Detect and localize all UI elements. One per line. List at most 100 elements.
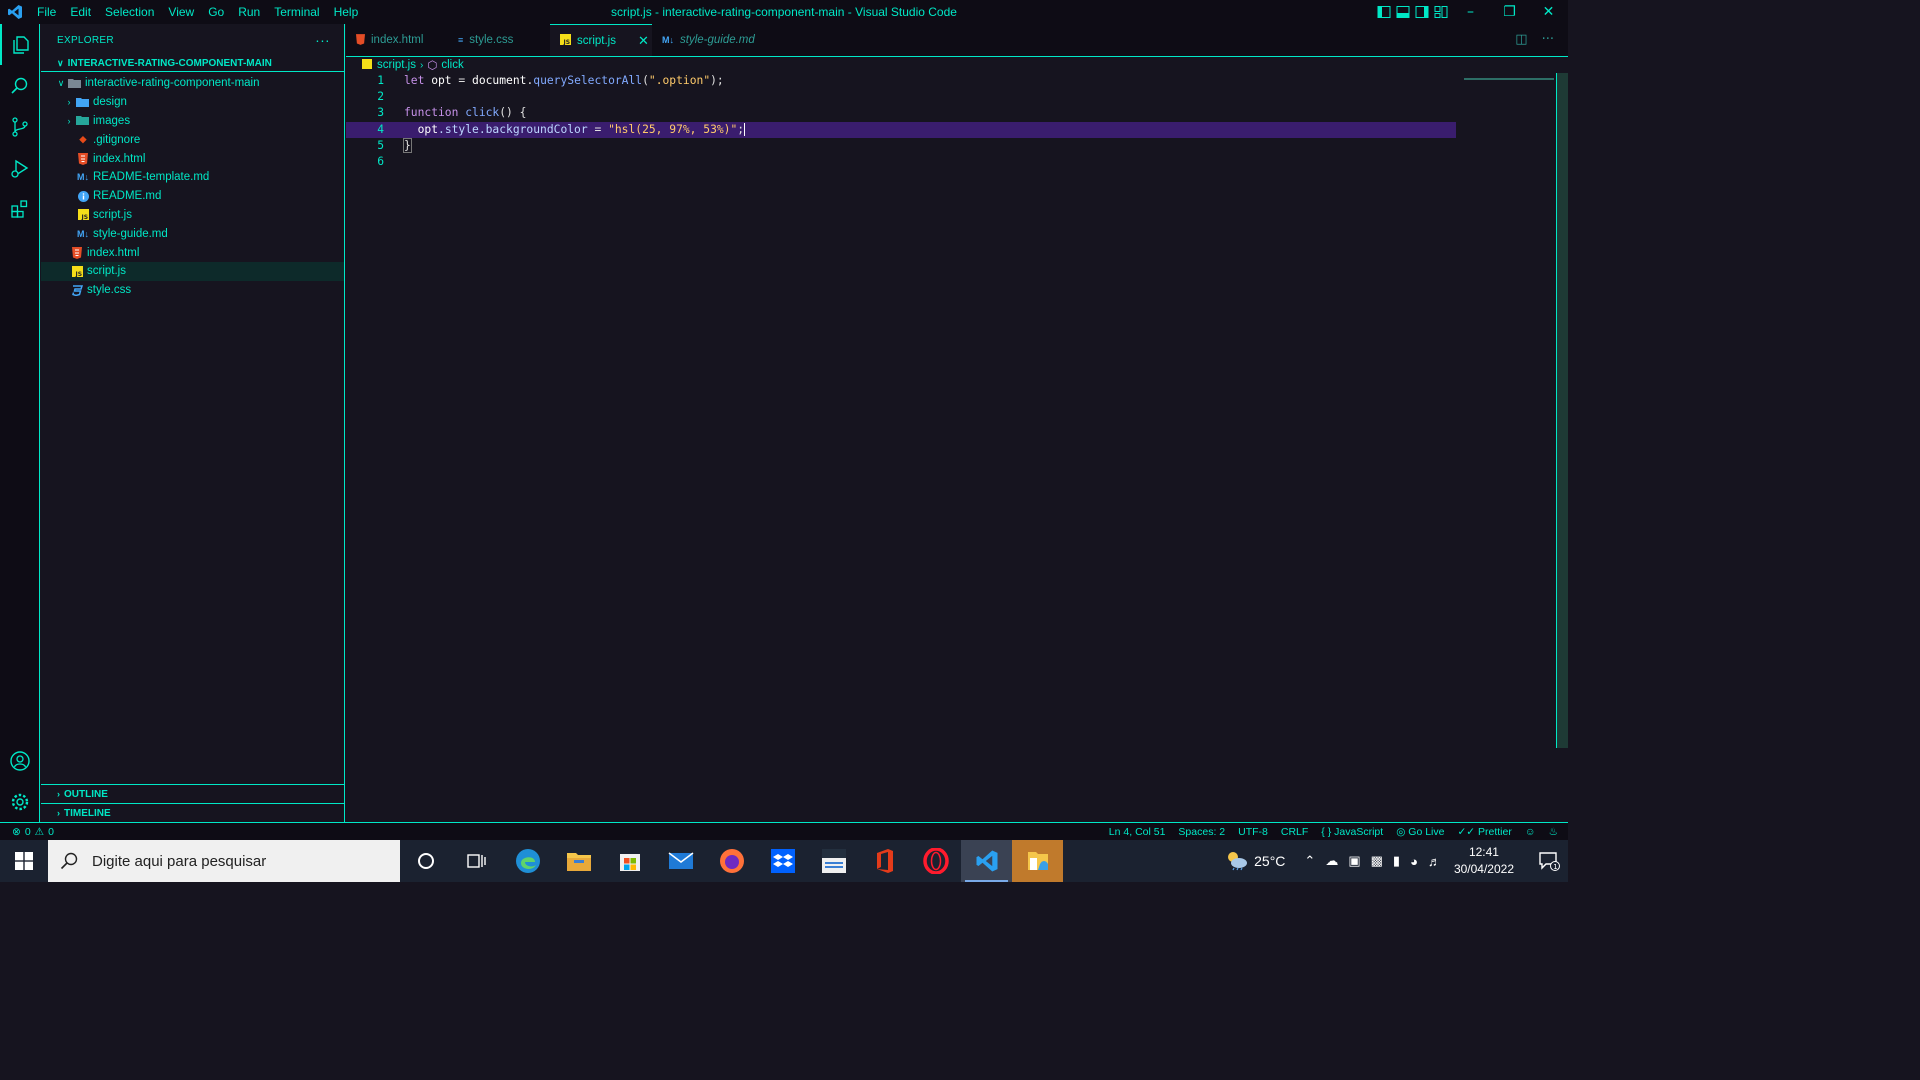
workspace-root[interactable]: ∨ INTERACTIVE-RATING-COMPONENT-MAIN — [41, 56, 344, 72]
wifi-icon[interactable]: ◕ — [1410, 854, 1418, 869]
volume-icon[interactable]: ♬ — [1428, 854, 1441, 869]
restore-icon[interactable]: ❐ — [1490, 0, 1529, 24]
toggle-sidebar-icon[interactable] — [1377, 5, 1391, 19]
minimap[interactable] — [1464, 78, 1554, 80]
chevron-up-icon[interactable]: ⌃ — [1304, 853, 1315, 869]
menu-go[interactable]: Go — [201, 5, 231, 19]
menu-edit[interactable]: Edit — [63, 5, 98, 19]
code-editor[interactable]: 1 let opt = document.querySelectorAll(".… — [346, 73, 1568, 822]
tree-item-label: style.css — [87, 284, 132, 297]
tree-file-readme[interactable]: README.md — [41, 187, 344, 206]
timeline-panel[interactable]: › TIMELINE — [41, 803, 344, 822]
end-of-line[interactable]: CRLF — [1281, 826, 1308, 838]
code-line[interactable]: 1 let opt = document.querySelectorAll(".… — [346, 73, 1456, 89]
microsoft-store-icon[interactable] — [604, 840, 655, 882]
source-control-icon[interactable] — [0, 106, 40, 147]
code-line[interactable]: 3 function click() { — [346, 105, 1456, 121]
breadcrumb-symbol[interactable]: click — [441, 59, 463, 71]
tree-file-gitignore[interactable]: ◆ .gitignore — [41, 130, 344, 149]
code-line-current[interactable]: 4 opt.style.backgroundColor = "hsl(25, 9… — [346, 121, 1456, 138]
line-number: 2 — [377, 90, 384, 104]
tree-file-script-js[interactable]: JS script.js — [41, 206, 344, 225]
toggle-secondary-sidebar-icon[interactable] — [1415, 5, 1429, 19]
code-line[interactable]: 5 } — [346, 137, 1456, 154]
css-file-icon: ≡ — [458, 35, 464, 45]
outline-panel[interactable]: › OUTLINE — [41, 784, 344, 803]
indentation[interactable]: Spaces: 2 — [1178, 826, 1225, 838]
clock[interactable]: 12:41 30/04/2022 — [1454, 844, 1514, 878]
tree-folder-design[interactable]: › design — [41, 93, 344, 112]
dropbox-icon[interactable] — [757, 840, 808, 882]
file-explorer-icon[interactable] — [553, 840, 604, 882]
menu-selection[interactable]: Selection — [98, 5, 161, 19]
office-icon[interactable] — [859, 840, 910, 882]
run-debug-icon[interactable] — [0, 147, 40, 188]
tree-folder-root[interactable]: ∨ interactive-rating-component-main — [41, 74, 344, 93]
tree-file-index-html[interactable]: index.html — [41, 149, 344, 168]
settings-gear-icon[interactable] — [0, 781, 40, 822]
onedrive-cloud-icon[interactable]: ☁ — [1325, 853, 1338, 869]
notifications-bell-icon[interactable]: ♨ — [1549, 826, 1558, 838]
tree-file-root-index-html[interactable]: index.html — [41, 243, 344, 262]
tab-script-js[interactable]: JS script.js ✕ — [550, 24, 652, 56]
status-bar: ⊗ 0 ⚠ 0 Ln 4, Col 51 Spaces: 2 UTF-8 CRL… — [0, 822, 1568, 840]
language-mode[interactable]: { } JavaScript — [1321, 826, 1383, 838]
go-live-button[interactable]: ◎ Go Live — [1396, 826, 1444, 838]
battery-icon[interactable]: ▮ — [1393, 853, 1400, 869]
cortana-icon[interactable] — [400, 840, 451, 882]
notification-center-icon[interactable]: 1 — [1530, 851, 1568, 871]
tree-file-style-guide[interactable]: M↓ style-guide.md — [41, 224, 344, 243]
code-line[interactable]: 2 — [346, 89, 1456, 105]
encoding[interactable]: UTF-8 — [1238, 826, 1268, 838]
tree-file-root-style-css[interactable]: style.css — [41, 281, 344, 300]
breadcrumb-file[interactable]: script.js — [377, 59, 416, 71]
explorer-sidebar: EXPLORER ··· ∨ INTERACTIVE-RATING-COMPON… — [41, 24, 345, 822]
tab-style-css[interactable]: ≡ style.css — [448, 24, 550, 56]
weather-icon[interactable] — [1224, 849, 1248, 874]
search-icon[interactable] — [0, 65, 40, 106]
meet-camera-icon[interactable]: ▣ — [1348, 853, 1360, 869]
edge-browser-icon[interactable] — [502, 840, 553, 882]
vscode-taskbar-icon[interactable] — [961, 840, 1012, 882]
task-view-icon[interactable] — [451, 840, 502, 882]
extensions-icon[interactable] — [0, 188, 40, 229]
firefox-icon[interactable] — [706, 840, 757, 882]
close-window-icon[interactable]: ✕ — [1529, 0, 1568, 24]
split-editor-icon[interactable]: ◫ — [1515, 32, 1527, 47]
windows-start-icon[interactable] — [0, 840, 48, 882]
temperature[interactable]: 25°C — [1254, 853, 1285, 869]
code-text: let opt = document.querySelectorAll(".op… — [404, 74, 724, 87]
menu-file[interactable]: File — [30, 5, 63, 19]
accounts-icon[interactable] — [0, 740, 40, 781]
menu-help[interactable]: Help — [327, 5, 366, 19]
menu-view[interactable]: View — [161, 5, 201, 19]
opera-icon[interactable] — [910, 840, 961, 882]
tree-folder-images[interactable]: › images — [41, 112, 344, 131]
more-actions-icon[interactable]: ··· — [315, 32, 330, 48]
minimize-icon[interactable]: – — [1451, 0, 1490, 24]
outline-label: OUTLINE — [64, 788, 108, 800]
app-tray-icon[interactable]: ▩ — [1371, 853, 1383, 869]
toggle-panel-icon[interactable] — [1396, 5, 1410, 19]
tree-file-readme-template[interactable]: M↓ README-template.md — [41, 168, 344, 187]
problems-indicator[interactable]: ⊗ 0 ⚠ 0 — [0, 826, 54, 838]
explorer-icon[interactable] — [0, 24, 40, 65]
customize-layout-icon[interactable] — [1434, 5, 1448, 19]
tab-style-guide-md[interactable]: M↓ style-guide.md — [652, 24, 772, 56]
more-actions-icon[interactable]: ··· — [1542, 32, 1554, 47]
file-manager-icon[interactable] — [1012, 840, 1063, 882]
menu-run[interactable]: Run — [231, 5, 267, 19]
tree-file-root-script-js[interactable]: JS script.js — [41, 261, 344, 281]
feedback-icon[interactable]: ☺ — [1525, 826, 1536, 838]
prettier-button[interactable]: ✓✓ Prettier — [1457, 826, 1511, 838]
html-file-icon — [69, 246, 85, 259]
tab-index-html[interactable]: index.html — [346, 24, 448, 56]
taskbar-search[interactable]: Digite aqui para pesquisar — [48, 840, 400, 882]
amazon-icon[interactable] — [808, 840, 859, 882]
editor-scrollbar[interactable] — [1556, 73, 1568, 748]
cursor-position[interactable]: Ln 4, Col 51 — [1109, 826, 1166, 838]
close-tab-icon[interactable]: ✕ — [638, 33, 649, 49]
menu-terminal[interactable]: Terminal — [267, 5, 326, 19]
mail-icon[interactable] — [655, 840, 706, 882]
code-line[interactable]: 6 — [346, 154, 1456, 170]
